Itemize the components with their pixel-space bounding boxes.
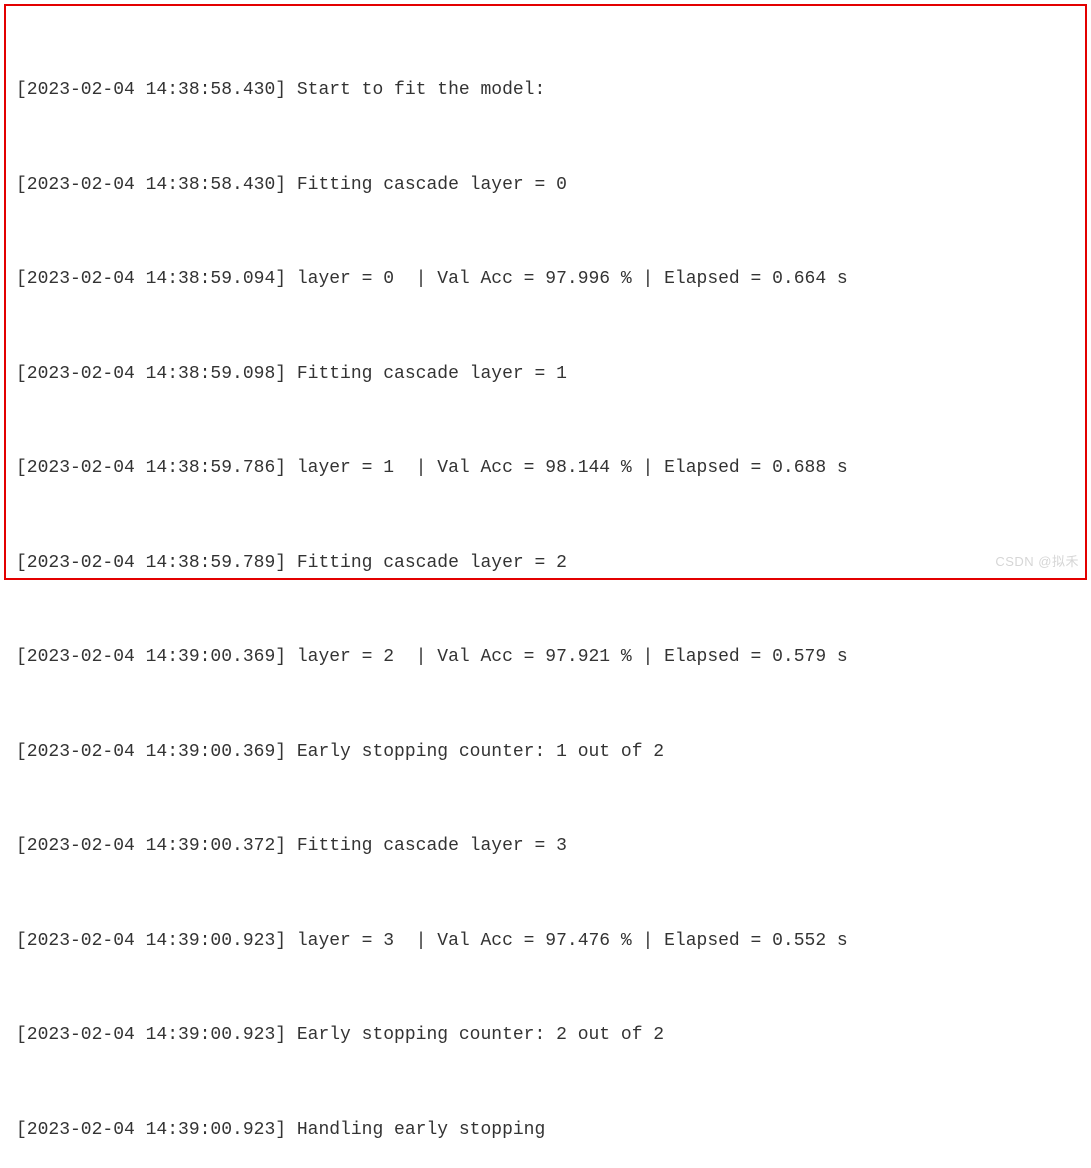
log-line: [2023-02-04 14:39:00.369] Early stopping… — [16, 737, 1075, 769]
log-line: [2023-02-04 14:38:58.430] Start to fit t… — [16, 75, 1075, 107]
log-line: [2023-02-04 14:38:58.430] Fitting cascad… — [16, 170, 1075, 202]
log-line: [2023-02-04 14:39:00.369] layer = 2 | Va… — [16, 642, 1075, 674]
log-line: [2023-02-04 14:38:59.789] Fitting cascad… — [16, 548, 1075, 580]
log-output-panel: [2023-02-04 14:38:58.430] Start to fit t… — [4, 4, 1087, 580]
log-line: [2023-02-04 14:38:59.786] layer = 1 | Va… — [16, 453, 1075, 485]
log-line: [2023-02-04 14:39:00.923] Early stopping… — [16, 1020, 1075, 1052]
watermark-text: CSDN @拟禾 — [995, 551, 1079, 574]
log-line: [2023-02-04 14:38:59.094] layer = 0 | Va… — [16, 264, 1075, 296]
log-line: [2023-02-04 14:38:59.098] Fitting cascad… — [16, 359, 1075, 391]
log-line: [2023-02-04 14:39:00.923] layer = 3 | Va… — [16, 926, 1075, 958]
log-line: [2023-02-04 14:39:00.372] Fitting cascad… — [16, 831, 1075, 863]
log-line: [2023-02-04 14:39:00.923] Handling early… — [16, 1115, 1075, 1147]
